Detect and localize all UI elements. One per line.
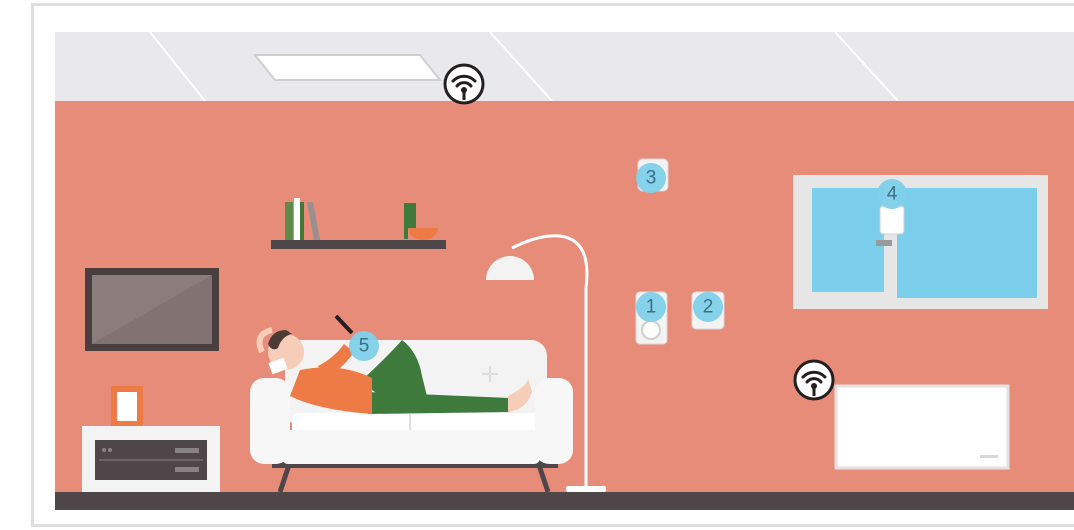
- badge-2: 2: [693, 292, 723, 322]
- badge-5-label: 5: [359, 336, 370, 357]
- heater-panel: [834, 384, 1010, 470]
- smart-home-scene: 1 2 3 4 5: [55, 31, 1074, 510]
- badge-5: 5: [349, 331, 379, 361]
- television: [85, 268, 219, 351]
- badge-2-label: 2: [703, 297, 714, 318]
- ceiling: [55, 32, 1074, 101]
- picture-frame: [111, 386, 143, 427]
- book: [285, 202, 293, 240]
- ceiling-light-panel: [252, 54, 443, 81]
- window-sensor: [879, 205, 905, 235]
- book: [300, 202, 304, 240]
- wifi-icon: [793, 359, 835, 401]
- window: [793, 175, 1048, 309]
- floor: [55, 492, 1074, 510]
- window-handle: [876, 240, 892, 246]
- badge-3-label: 3: [646, 168, 657, 189]
- badge-1-label: 1: [646, 297, 657, 318]
- badge-1: 1: [636, 292, 666, 322]
- wifi-icon: [443, 63, 485, 105]
- media-cabinet: [82, 426, 220, 492]
- badge-4: 4: [877, 179, 907, 209]
- book: [294, 198, 300, 240]
- badge-3: 3: [636, 163, 666, 193]
- badge-4-label: 4: [887, 184, 898, 205]
